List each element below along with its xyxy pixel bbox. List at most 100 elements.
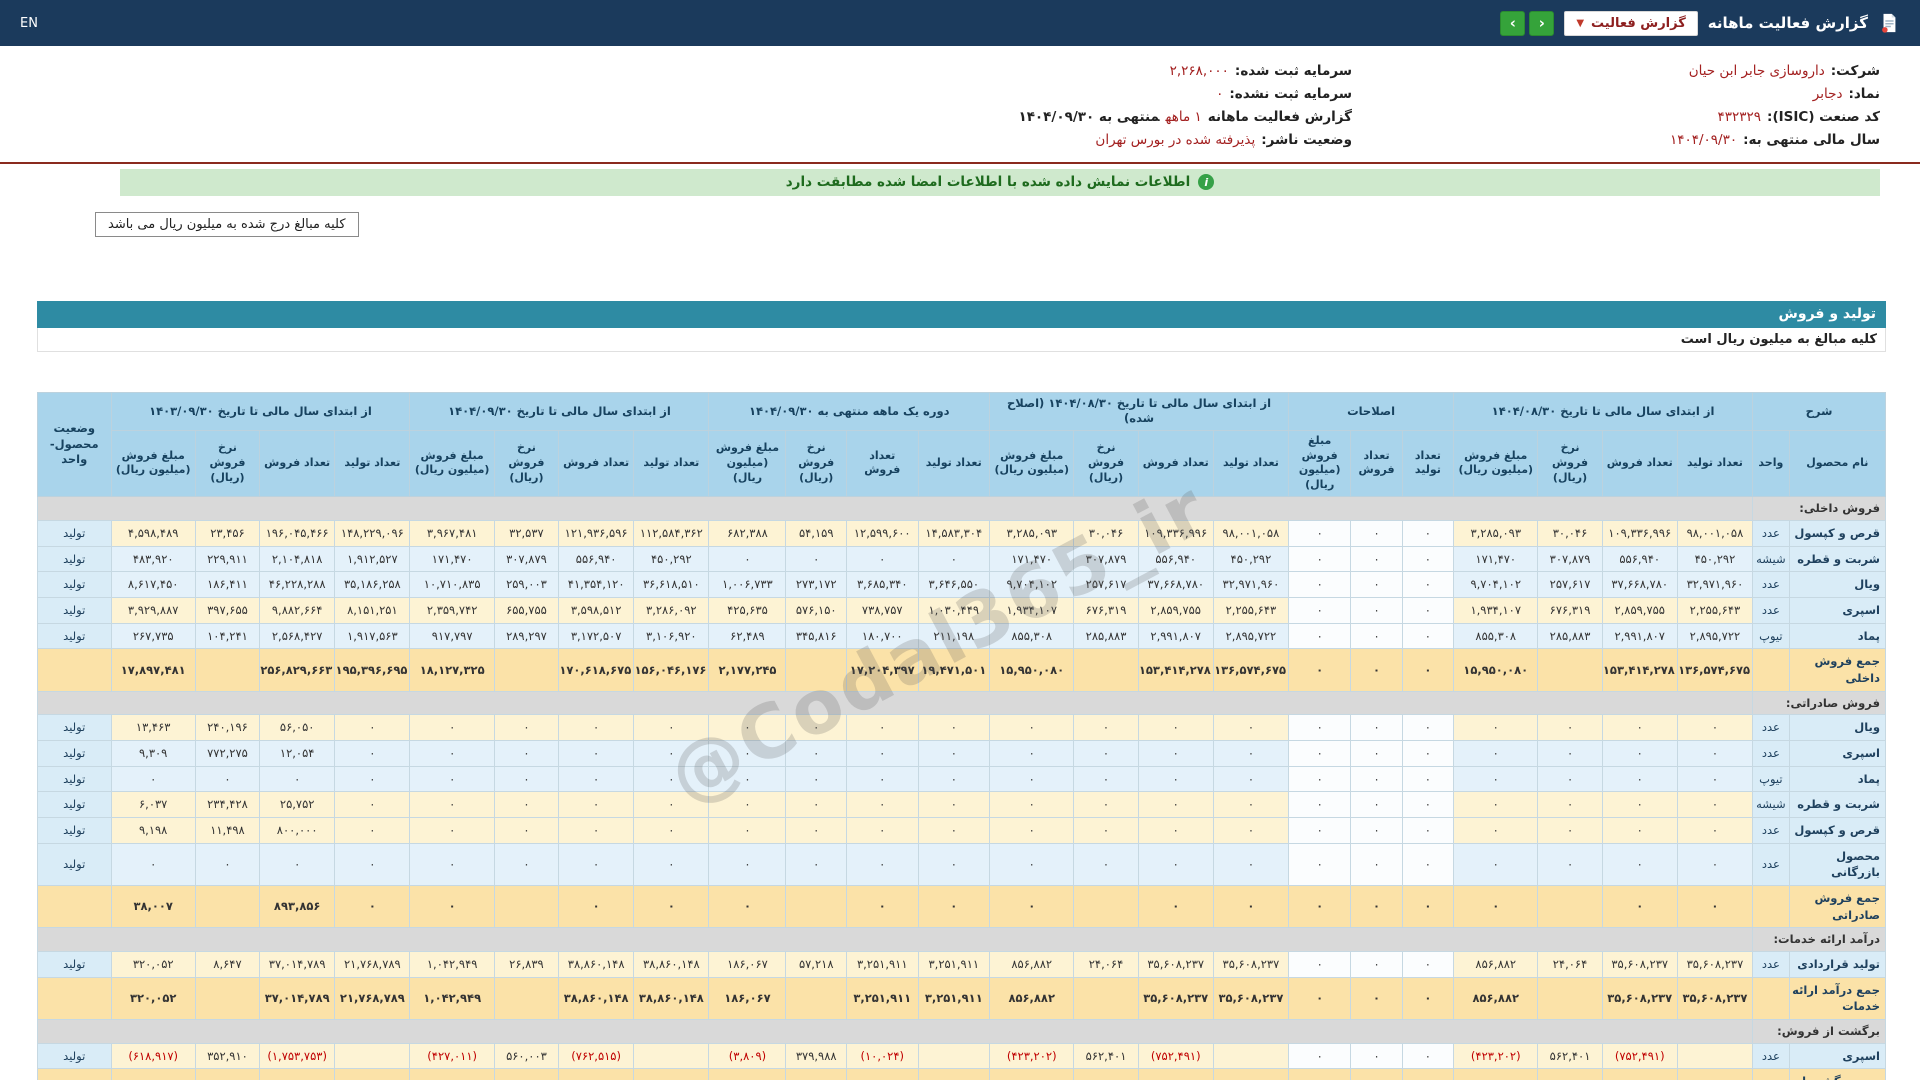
cell: ۲,۸۵۹,۷۵۵ [1137, 596, 1214, 624]
cell: ۰ [1137, 714, 1214, 741]
cell: ۰ [1288, 765, 1352, 793]
cell: ۰ [989, 884, 1075, 929]
cell: ۱۸۶,۰۶۷ [708, 976, 787, 1020]
report-content: تولید و فروش کلیه مبالغ به میلیون ریال ا… [36, 300, 1887, 1080]
language-en-link[interactable]: EN [20, 16, 38, 31]
cell: عدد [1752, 739, 1790, 767]
cell: ۱۳۶,۵۷۴,۶۷۵ [1676, 648, 1754, 692]
signature-match-notice: i اطلاعات نمایش داده شده با اطلاعات امضا… [120, 168, 1880, 196]
cell: ۰ [1137, 765, 1214, 793]
column-header: تعداد فروش [259, 429, 336, 498]
cell: پماد [1788, 622, 1887, 650]
cell: ۱,۹۱۷,۵۶۳ [334, 622, 411, 650]
info-row: نماد: دجابر [1352, 83, 1880, 106]
cell: ۰ [1288, 884, 1352, 929]
cell: ۰ [558, 714, 635, 741]
column-header: نرخ فروش (ریال) [1073, 429, 1139, 498]
cell: ۰ [1212, 791, 1290, 818]
cell: ۰ [845, 884, 919, 929]
column-header: وضعیت محصول-واحد [37, 391, 112, 498]
cell: ۰ [409, 739, 495, 767]
column-header: تعداد تولید [1676, 429, 1754, 498]
table-body: فروش داخلی: قرص و کپسول عدد ۹۸,۰۰۱,۰۵۸ ۱۰۹,۳… [36, 496, 1887, 1080]
cell: ۱۲,۵۹۹,۶۰۰ [845, 519, 919, 547]
cell: ۰ [1288, 571, 1352, 598]
cell: (۴۲۳,۲۰۲) [1453, 1068, 1539, 1080]
cell: ۰ [1401, 842, 1455, 886]
cell: ۰ [334, 884, 411, 929]
cell: (۷۵۲,۴۹۱) [1137, 1042, 1214, 1070]
cell: ۳۷,۰۱۴,۷۸۹ [259, 950, 336, 978]
cell [1073, 884, 1139, 929]
info-label: وضعیت ناشر: [1261, 131, 1352, 148]
column-group-header: از ابتدای سال مالی تا تاریخ ۱۴۰۴/۰۹/۳۰ [409, 391, 710, 431]
column-header: تعداد فروش [558, 429, 635, 498]
cell: تولید [37, 622, 112, 650]
cell: ۱۰۹,۳۳۶,۹۹۶ [1601, 519, 1678, 547]
cell [917, 1068, 991, 1080]
cell: ۳,۲۸۶,۰۹۲ [633, 596, 710, 624]
cell: ۳,۶۴۶,۵۵۰ [917, 571, 991, 598]
cell: ۵۵۶,۹۴۰ [1601, 545, 1678, 573]
cell: عدد [1752, 519, 1790, 547]
cell: ۰ [1137, 739, 1214, 767]
cell: ۲۵۷,۶۱۷ [1073, 571, 1139, 598]
table-header: شرح از ابتدای سال مالی تا تاریخ ۱۴۰۴/۰۸/۳… [37, 391, 1887, 498]
cell: ۰ [1601, 739, 1678, 767]
report-type-dropdown[interactable]: گزارش فعالیت ▼ [1564, 10, 1698, 36]
cell: ۱,۰۴۲,۹۴۹ [409, 950, 495, 978]
cell: ۳۲,۵۳۷ [493, 519, 560, 547]
cell: ۰ [989, 714, 1075, 741]
cell: ۳,۱۷۲,۵۰۷ [558, 622, 635, 650]
cell [493, 648, 560, 692]
prev-report-button[interactable]: ‹ [1500, 10, 1526, 36]
cell: ۵۶۲,۴۰۱ [1537, 1042, 1603, 1070]
cell [1212, 1042, 1290, 1070]
cell: ۵۷۶,۱۵۰ [785, 596, 847, 624]
cell: ۰ [845, 791, 919, 818]
cell [785, 976, 847, 1020]
cell: ۰ [1288, 816, 1352, 844]
column-group-header: دوره یک ماهه منتهی به ۱۴۰۴/۰۹/۳۰ [708, 391, 991, 431]
cell: (۴۲۷,۰۱۱) [409, 1068, 495, 1080]
total-row: جمع برگشت از فروش(۷۵۲,۴۹۱)(۴۲۳,۲۰۲)۰۰۰(۷… [37, 1068, 1887, 1080]
cell: ۰ [1601, 842, 1678, 886]
column-header: تعداد فروش [1601, 429, 1678, 498]
cell: ۱۲,۰۵۴ [259, 739, 336, 767]
table-row: قرص و کپسول عدد ۰ ۰ ۰ ۰ ۰ ۰ ۰ ۰ ۰ ۰ ۰ ۰ ۰ ۰ ۰ ۰ ۰ ۰ ۰ ۰ ۸۰۰,۰۰… [37, 816, 1887, 844]
next-report-button[interactable]: › [1529, 10, 1555, 36]
cell: ۲,۸۵۹,۷۵۵ [1601, 596, 1678, 624]
cell: ۰ [1073, 739, 1139, 767]
cell: ۰ [334, 816, 411, 844]
cell: تیوپ [1752, 622, 1790, 650]
cell: ۲۸۹,۲۹۷ [493, 622, 560, 650]
cell: ۱۴,۵۸۳,۳۰۴ [917, 519, 991, 547]
cell: ۸۵۶,۸۸۲ [989, 976, 1075, 1020]
cell: ۰ [1401, 976, 1455, 1020]
cell: ۱۹,۴۷۱,۵۰۱ [917, 648, 991, 692]
cell: ۰ [558, 884, 635, 929]
cell: ۰ [1212, 765, 1290, 793]
cell: ۰ [785, 816, 847, 844]
cell: ۰ [1212, 739, 1290, 767]
cell: ۰ [1350, 884, 1403, 929]
cell: ۲۱,۷۶۸,۷۸۹ [334, 950, 411, 978]
cell: تولید [37, 545, 112, 573]
cell: ۲,۲۵۵,۶۴۳ [1676, 596, 1754, 624]
cell [1537, 648, 1603, 692]
cell: ۰ [917, 714, 991, 741]
info-label: سال مالی منتهی به: [1743, 131, 1880, 148]
cell: ۰ [1401, 765, 1455, 793]
cell: تولید [37, 714, 112, 741]
cell: ۳,۲۸۵,۰۹۳ [1453, 519, 1539, 547]
cell: ۰ [558, 739, 635, 767]
cell: ۲,۱۷۷,۲۴۵ [708, 648, 787, 692]
report-icon[interactable] [1878, 12, 1900, 34]
info-label: نماد: [1848, 85, 1880, 102]
cell: ۰ [1288, 545, 1352, 573]
cell: ۳۵۲,۹۱۰ [194, 1042, 261, 1070]
cell: تولید [37, 1042, 112, 1070]
cell [917, 1042, 991, 1070]
cell: عدد [1752, 571, 1790, 598]
cell: ۳,۵۹۸,۵۱۲ [558, 596, 635, 624]
